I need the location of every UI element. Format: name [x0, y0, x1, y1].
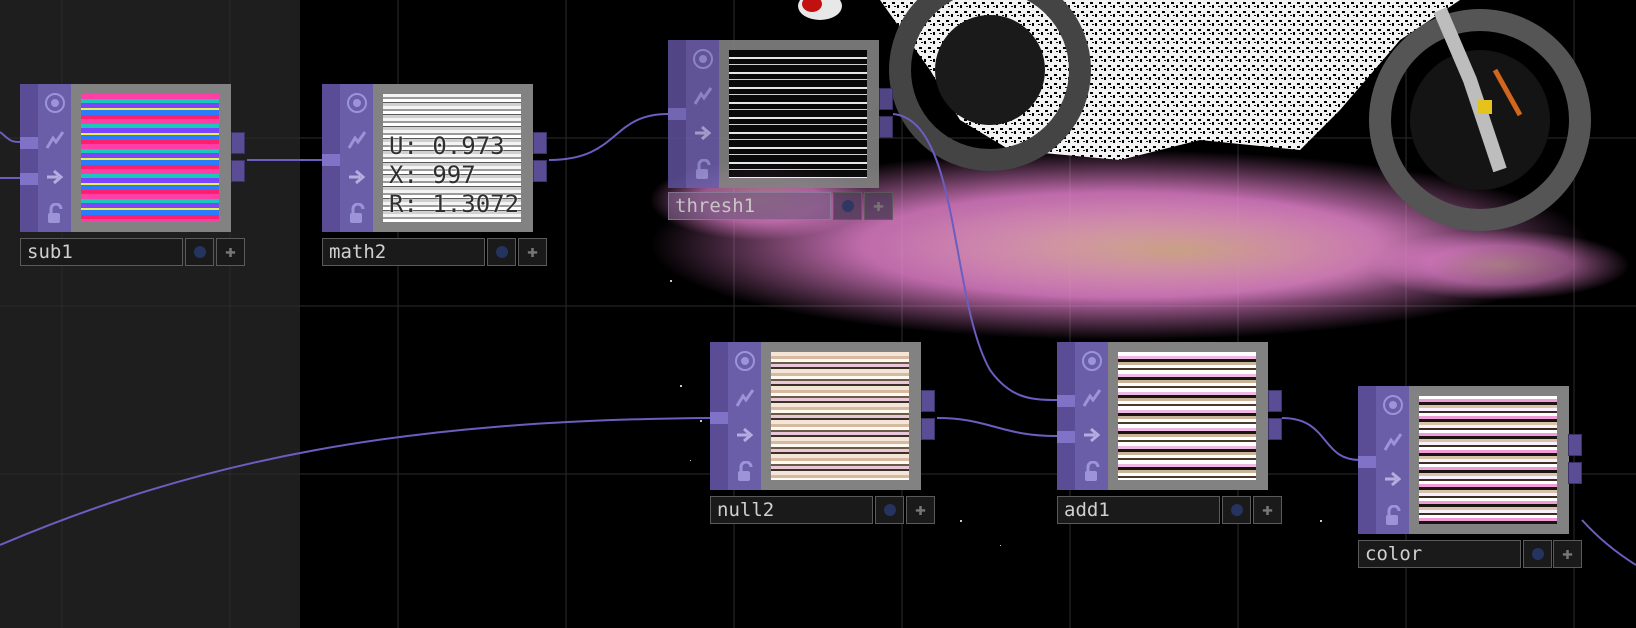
- thumbnail-image[interactable]: [729, 50, 867, 178]
- operator-node-thresh1[interactable]: thresh1 ✚: [668, 40, 893, 222]
- thumbnail-image[interactable]: [81, 94, 219, 222]
- display-flag-icon[interactable]: [691, 121, 715, 145]
- node-flag-column: [686, 40, 719, 188]
- wire-out-color: [1581, 519, 1636, 566]
- input-connector[interactable]: [1358, 456, 1376, 468]
- lock-icon[interactable]: [1381, 504, 1405, 528]
- display-flag-icon[interactable]: [733, 423, 757, 447]
- add-plus-icon[interactable]: ✚: [518, 238, 547, 266]
- node-name-label[interactable]: thresh1: [668, 192, 831, 220]
- output-connector[interactable]: [879, 116, 893, 138]
- output-connector[interactable]: [921, 390, 935, 412]
- thumbnail-image[interactable]: [771, 352, 909, 480]
- output-connector[interactable]: [231, 160, 245, 182]
- node-rail: [1057, 342, 1075, 490]
- node-flag-column: [340, 84, 373, 232]
- output-connector[interactable]: [1268, 390, 1282, 412]
- add-plus-icon[interactable]: ✚: [1253, 496, 1282, 524]
- wire-math2-thresh1: [548, 113, 669, 161]
- node-viewer-frame: [719, 40, 879, 188]
- viewer-active-icon[interactable]: [1523, 540, 1552, 568]
- thumbnail-image[interactable]: [1419, 396, 1557, 524]
- viewer-active-icon[interactable]: [487, 238, 516, 266]
- node-name-label[interactable]: sub1: [20, 238, 183, 266]
- thumbnail-overlay-text: U: 0.973 X: 997 R: 1.3072: [389, 132, 519, 219]
- input-connector[interactable]: [322, 154, 340, 166]
- viewer-toggle-icon[interactable]: [345, 91, 369, 115]
- output-connector[interactable]: [921, 418, 935, 440]
- input-connector[interactable]: [1057, 395, 1075, 407]
- add-plus-icon[interactable]: ✚: [216, 238, 245, 266]
- node-name-label[interactable]: null2: [710, 496, 873, 524]
- node-viewer-frame: [1108, 342, 1268, 490]
- output-connector[interactable]: [533, 132, 547, 154]
- lock-icon[interactable]: [733, 460, 757, 484]
- node-flag-column: [38, 84, 71, 232]
- cooking-bypass-icon[interactable]: [1381, 430, 1405, 454]
- node-viewer-frame: [761, 342, 921, 490]
- output-connector[interactable]: [231, 132, 245, 154]
- node-viewer-frame: [71, 84, 231, 232]
- operator-node-sub1[interactable]: sub1 ✚: [20, 84, 247, 266]
- output-connector[interactable]: [1268, 418, 1282, 440]
- cooking-bypass-icon[interactable]: [691, 84, 715, 108]
- node-viewer-frame: U: 0.973 X: 997 R: 1.3072: [373, 84, 533, 232]
- overlay-u-value: U: 0.973: [389, 132, 505, 160]
- viewer-active-icon[interactable]: [185, 238, 214, 266]
- input-connector[interactable]: [668, 108, 686, 120]
- viewer-toggle-icon[interactable]: [1080, 349, 1104, 373]
- viewer-toggle-icon[interactable]: [1381, 393, 1405, 417]
- operator-node-add1[interactable]: add1 ✚: [1057, 342, 1282, 524]
- add-plus-icon[interactable]: ✚: [864, 192, 893, 220]
- cooking-bypass-icon[interactable]: [733, 386, 757, 410]
- add-plus-icon[interactable]: ✚: [906, 496, 935, 524]
- wire-in-sub1-top: [0, 131, 21, 143]
- operator-node-color[interactable]: color ✚: [1358, 386, 1582, 568]
- lock-icon[interactable]: [1080, 460, 1104, 484]
- input-connector[interactable]: [1057, 431, 1075, 443]
- display-flag-icon[interactable]: [1080, 423, 1104, 447]
- node-name-label[interactable]: add1: [1057, 496, 1220, 524]
- cooking-bypass-icon[interactable]: [345, 128, 369, 152]
- input-connector[interactable]: [20, 173, 38, 185]
- operator-node-math2[interactable]: U: 0.973 X: 997 R: 1.3072 math2 ✚: [322, 84, 549, 266]
- output-connector[interactable]: [533, 160, 547, 182]
- input-connector[interactable]: [710, 412, 728, 424]
- overlay-r-value: R: 1.3072: [389, 190, 520, 218]
- output-connector[interactable]: [1568, 462, 1582, 484]
- node-name-label[interactable]: math2: [322, 238, 485, 266]
- add-plus-icon[interactable]: ✚: [1553, 540, 1582, 568]
- wire-null2-add1: [936, 417, 1058, 437]
- thumbnail-image[interactable]: [1118, 352, 1256, 480]
- display-flag-icon[interactable]: [43, 165, 67, 189]
- display-flag-icon[interactable]: [345, 165, 369, 189]
- node-flag-column: [1075, 342, 1108, 490]
- node-name-label[interactable]: color: [1358, 540, 1521, 568]
- network-editor-canvas[interactable]: sub1 ✚ U: 0.973 X: 997 R: 1.3072 math2 ✚…: [0, 0, 1636, 628]
- overlay-x-value: X: 997: [389, 161, 476, 189]
- node-flag-column: [1376, 386, 1409, 534]
- operator-node-null2[interactable]: null2 ✚: [710, 342, 937, 524]
- lock-icon[interactable]: [691, 158, 715, 182]
- output-connector[interactable]: [1568, 434, 1582, 456]
- input-connector[interactable]: [20, 137, 38, 149]
- cooking-bypass-icon[interactable]: [43, 128, 67, 152]
- viewer-toggle-icon[interactable]: [733, 349, 757, 373]
- node-viewer-frame: [1409, 386, 1569, 534]
- lock-icon[interactable]: [43, 202, 67, 226]
- thumbnail-image[interactable]: U: 0.973 X: 997 R: 1.3072: [383, 94, 521, 222]
- wire-add1-color: [1281, 417, 1361, 461]
- viewer-active-icon[interactable]: [1222, 496, 1251, 524]
- cooking-bypass-icon[interactable]: [1080, 386, 1104, 410]
- node-flag-column: [728, 342, 761, 490]
- viewer-toggle-icon[interactable]: [43, 91, 67, 115]
- output-connector[interactable]: [879, 88, 893, 110]
- viewer-active-icon[interactable]: [833, 192, 862, 220]
- viewer-active-icon[interactable]: [875, 496, 904, 524]
- wire-in-null2: [0, 417, 713, 546]
- display-flag-icon[interactable]: [1381, 467, 1405, 491]
- lock-icon[interactable]: [345, 202, 369, 226]
- node-rail: [20, 84, 38, 232]
- viewer-toggle-icon[interactable]: [691, 47, 715, 71]
